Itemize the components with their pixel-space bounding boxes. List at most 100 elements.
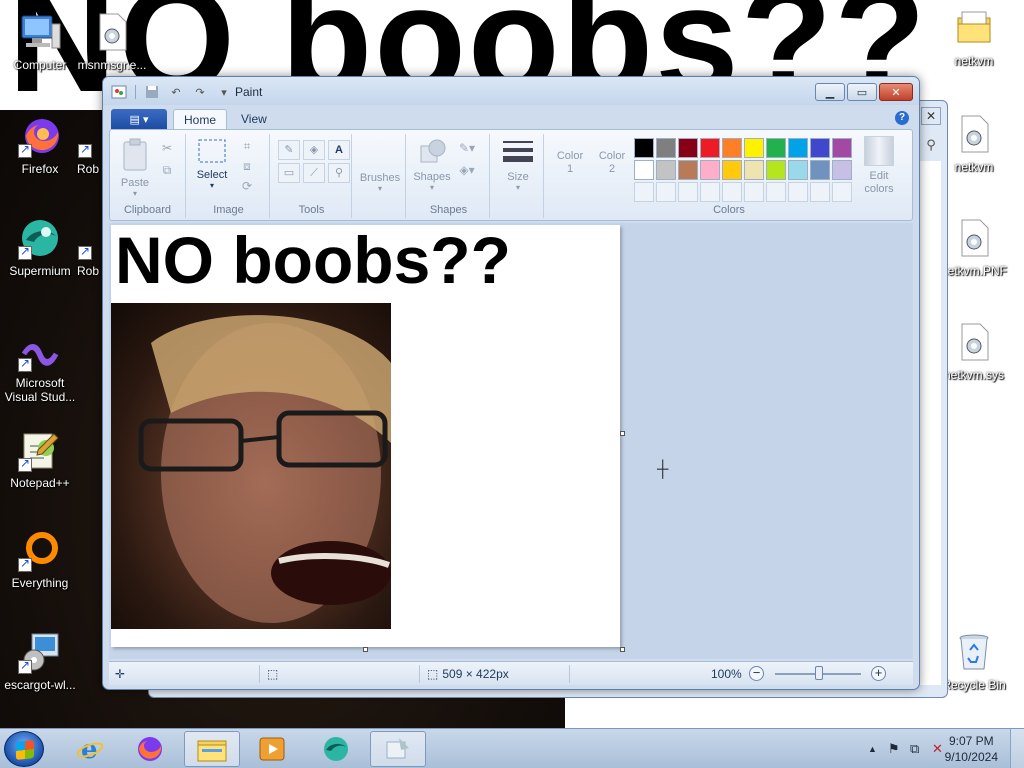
help-icon[interactable]: ? <box>895 111 909 125</box>
taskbar-internet-explorer[interactable]: e <box>62 731 118 767</box>
taskbar-supermium[interactable] <box>308 731 364 767</box>
pencil-icon[interactable]: ✎ <box>278 140 300 160</box>
color-swatch[interactable] <box>678 160 698 180</box>
volume-muted-icon[interactable]: ✕ <box>932 741 943 757</box>
color-swatch[interactable] <box>656 138 676 158</box>
color-swatch[interactable] <box>656 160 676 180</box>
clock[interactable]: 9:07 PM 9/10/2024 <box>945 733 998 765</box>
color-swatch[interactable] <box>744 138 764 158</box>
save-icon[interactable] <box>144 85 160 99</box>
zoom-in-button[interactable]: + <box>871 666 886 681</box>
color-swatch[interactable] <box>700 138 720 158</box>
redo-icon[interactable]: ↷ <box>192 85 208 99</box>
desktop-icon-firefox[interactable]: Firefox <box>2 114 78 176</box>
custom-color-slot[interactable] <box>634 182 654 202</box>
group-clipboard: Paste ▾ ✂ ⧉ Clipboard <box>110 134 186 218</box>
desktop-icon-netkvm-folder[interactable]: netkvm <box>936 6 1012 68</box>
paint-window[interactable]: ↶ ↷ ▾ Paint ▁ ▭ ✕ ▤ ▾ Home View ? Paste … <box>102 76 920 690</box>
outline-icon[interactable]: ✎▾ <box>458 140 476 156</box>
color-swatch[interactable] <box>700 160 720 180</box>
undo-icon[interactable]: ↶ <box>168 85 184 99</box>
desktop-icon-escargot[interactable]: escargot-wl... <box>2 630 78 692</box>
taskbar-firefox[interactable] <box>122 731 178 767</box>
desktop-icon-computer[interactable]: Computer <box>2 10 78 72</box>
fill-icon[interactable]: ◈ <box>303 140 325 160</box>
desktop-icon-label: Notepad++ <box>10 476 70 490</box>
close-button[interactable]: ✕ <box>879 83 913 101</box>
resize-handle-bottom[interactable] <box>363 647 368 652</box>
shapes-button[interactable]: Shapes ▾ <box>412 138 452 192</box>
tab-home[interactable]: Home <box>173 109 228 130</box>
color-swatch[interactable] <box>832 160 852 180</box>
shapes-icon <box>412 138 452 169</box>
network-icon[interactable]: ⧉ <box>910 741 919 757</box>
start-button[interactable] <box>4 731 44 767</box>
desktop-icon-everything[interactable]: Everything <box>2 528 78 590</box>
crop-icon[interactable]: ⌗ <box>238 138 256 154</box>
magnifier-icon[interactable]: ⚲ <box>328 163 350 183</box>
select-button[interactable]: Select ▾ <box>194 138 230 190</box>
custom-color-slot[interactable] <box>788 182 808 202</box>
edit-colors-icon <box>864 136 894 166</box>
rotate-icon[interactable]: ⟳ <box>238 178 256 194</box>
custom-color-slot[interactable] <box>678 182 698 202</box>
custom-color-slot[interactable] <box>656 182 676 202</box>
brushes-button[interactable]: Brushes ▾ <box>356 172 404 193</box>
cut-icon[interactable]: ✂ <box>158 140 176 156</box>
color-swatch[interactable] <box>634 160 654 180</box>
show-desktop-button[interactable] <box>1010 729 1024 768</box>
text-icon[interactable]: A <box>328 140 350 160</box>
desktop-icon-visual-studio[interactable]: Microsoft Visual Stud... <box>2 328 78 404</box>
custom-color-slot[interactable] <box>810 182 830 202</box>
paint-menu-button[interactable]: ▤ ▾ <box>111 109 167 129</box>
action-center-flag-icon[interactable]: ⚑ <box>888 741 900 757</box>
resize-handle-right[interactable] <box>620 431 625 436</box>
color-swatch[interactable] <box>722 160 742 180</box>
color-swatch[interactable] <box>788 138 808 158</box>
color-picker-icon[interactable]: ⟋ <box>303 163 325 183</box>
color-swatch[interactable] <box>678 138 698 158</box>
close-icon[interactable]: ✕ <box>921 107 941 125</box>
custom-color-slot[interactable] <box>700 182 720 202</box>
taskbar-explorer[interactable] <box>184 731 240 767</box>
canvas-workspace[interactable]: NO boobs?? ┼ <box>109 223 913 659</box>
edit-colors-button[interactable]: Edit colors <box>856 136 902 196</box>
zoom-out-button[interactable]: − <box>749 666 764 681</box>
color-swatch[interactable] <box>744 160 764 180</box>
color1-button[interactable]: Color 1 <box>550 150 590 176</box>
custom-color-slot[interactable] <box>744 182 764 202</box>
color-swatch[interactable] <box>832 138 852 158</box>
desktop-icon-notepadpp[interactable]: Notepad++ <box>2 428 78 490</box>
customize-qat-icon[interactable]: ▾ <box>216 85 232 99</box>
copy-icon[interactable]: ⧉ <box>158 162 176 178</box>
fill-shape-icon[interactable]: ◈▾ <box>458 162 476 178</box>
resize-icon[interactable]: ⧈ <box>238 158 256 174</box>
minimize-button[interactable]: ▁ <box>815 83 845 101</box>
custom-color-slot[interactable] <box>722 182 742 202</box>
show-hidden-icons-icon[interactable]: ▲ <box>868 744 877 754</box>
color-swatch[interactable] <box>810 160 830 180</box>
color2-button[interactable]: Color 2 <box>592 150 632 176</box>
color-swatch[interactable] <box>788 160 808 180</box>
maximize-button[interactable]: ▭ <box>847 83 877 101</box>
custom-color-slot[interactable] <box>832 182 852 202</box>
title-bar[interactable]: ↶ ↷ ▾ Paint ▁ ▭ ✕ <box>103 77 919 105</box>
taskbar-media-player[interactable] <box>244 731 300 767</box>
color-swatch[interactable] <box>766 138 786 158</box>
zoom-slider-thumb[interactable] <box>815 666 823 680</box>
taskbar-paint[interactable] <box>370 731 426 767</box>
color-swatch[interactable] <box>766 160 786 180</box>
color-swatch[interactable] <box>810 138 830 158</box>
desktop-icon-supermium[interactable]: Supermium <box>2 216 78 278</box>
custom-color-slot[interactable] <box>766 182 786 202</box>
desktop-icon-msnmsgr[interactable]: msnmsgr.e... <box>74 10 150 72</box>
search-icon[interactable]: ⚲ <box>921 137 941 157</box>
size-button[interactable]: Size ▾ <box>498 138 538 192</box>
tab-view[interactable]: View <box>231 109 277 130</box>
drawing-canvas[interactable]: NO boobs?? <box>111 223 620 647</box>
resize-handle-corner[interactable] <box>620 647 625 652</box>
color-swatch[interactable] <box>722 138 742 158</box>
color-swatch[interactable] <box>634 138 654 158</box>
paste-button[interactable]: Paste ▾ <box>118 138 152 198</box>
eraser-icon[interactable]: ▭ <box>278 163 300 183</box>
